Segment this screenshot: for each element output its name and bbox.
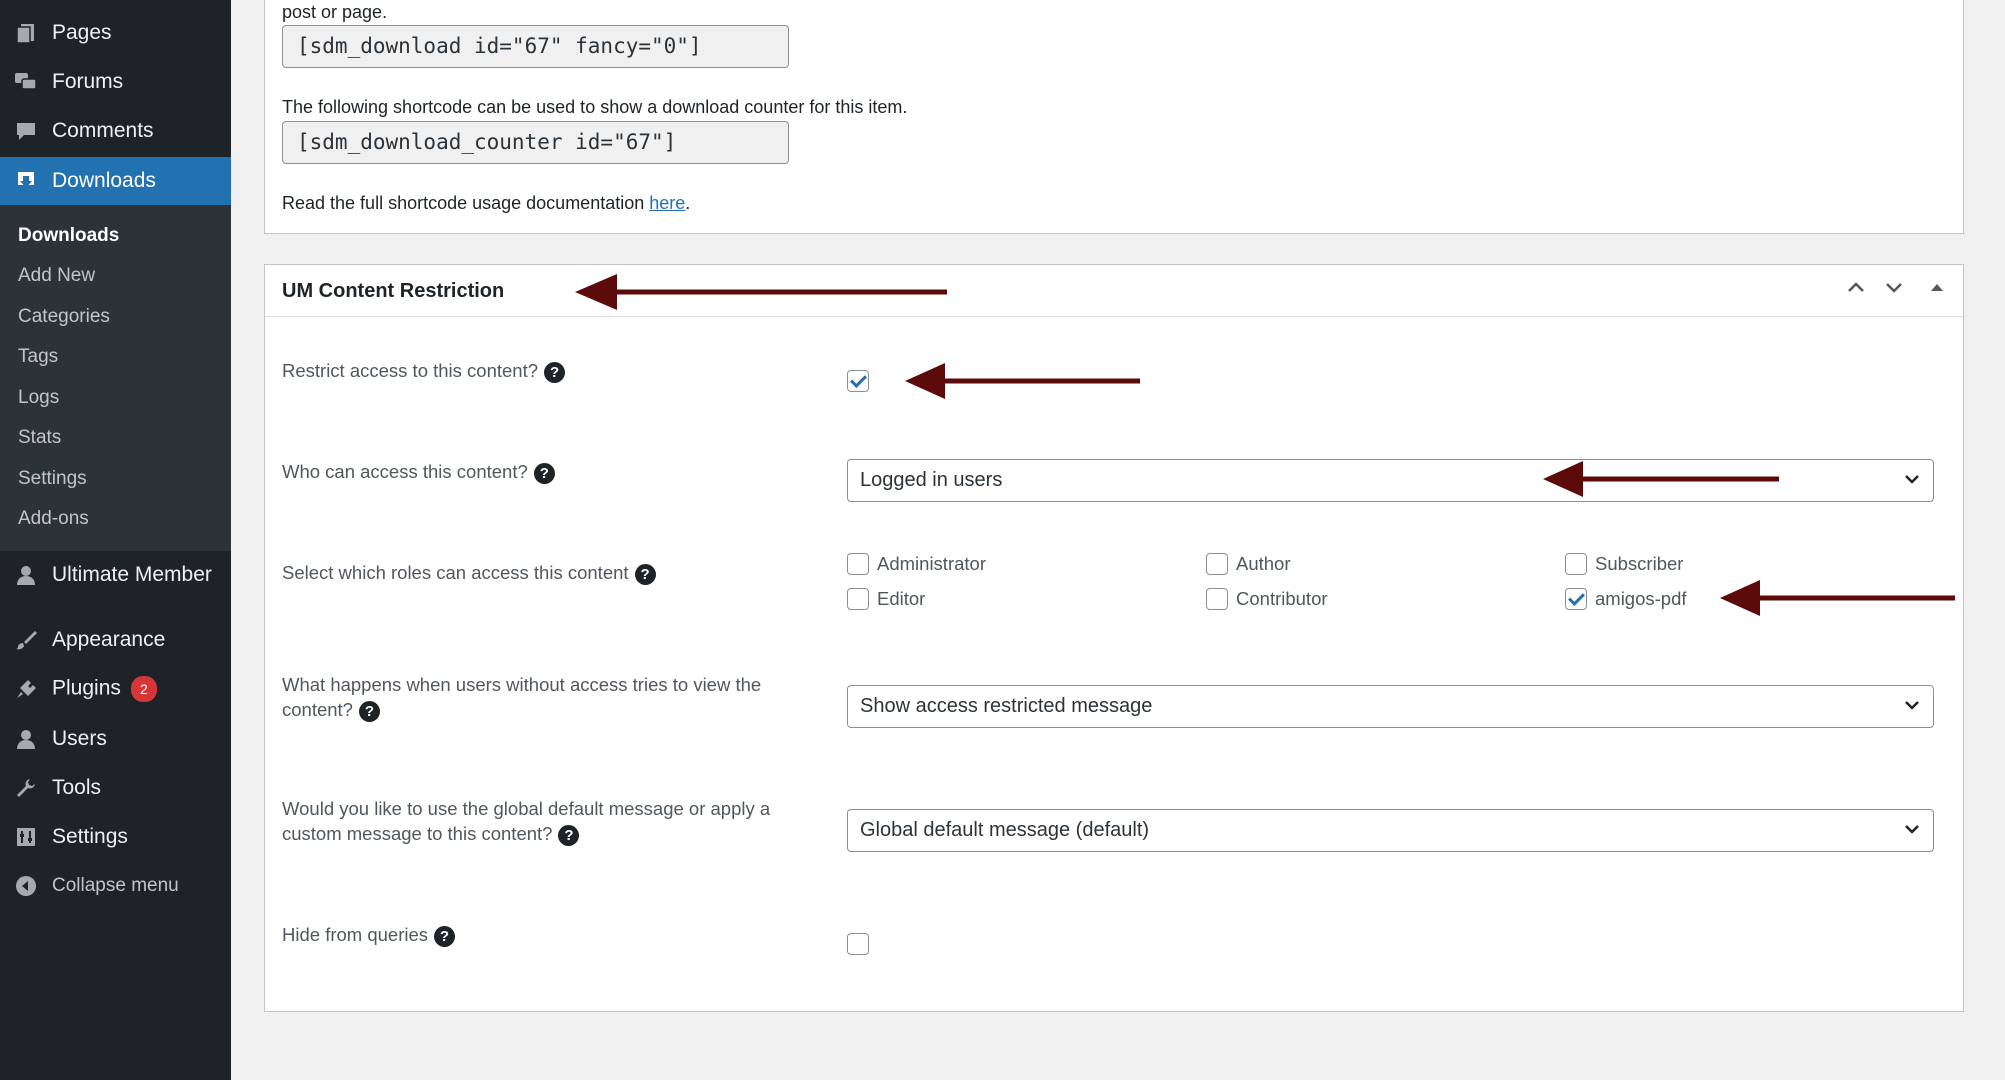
admin-sidebar: Pages Forums Comments Downloads Download…: [0, 0, 231, 1080]
panel-header-divider: [265, 316, 1963, 317]
select-value: Show access restricted message: [860, 695, 1153, 717]
role-checkbox[interactable]: [847, 588, 869, 610]
restrict-access-label: Restrict access to this content??: [282, 358, 822, 383]
submenu-stats[interactable]: Stats: [18, 427, 61, 449]
chevron-down-icon: [1905, 475, 1919, 484]
download-shortcode-field[interactable]: [sdm_download id="67" fancy="0"]: [282, 25, 789, 68]
help-icon[interactable]: ?: [544, 361, 566, 383]
collapse-icon: [14, 874, 38, 898]
help-icon[interactable]: ?: [634, 563, 656, 585]
role-checkbox[interactable]: [1206, 553, 1228, 575]
submenu-logs[interactable]: Logs: [18, 387, 59, 409]
roles-label: Select which roles can access this conte…: [282, 560, 822, 585]
shortcode-intro-text: post or page.: [282, 2, 388, 22]
annotation-arrow: [575, 274, 947, 310]
menu-label: Appearance: [52, 628, 166, 651]
move-down-icon[interactable]: [1883, 276, 1905, 304]
user-icon: [14, 727, 38, 751]
downloads-submenu: [0, 205, 231, 551]
role-contributor[interactable]: Contributor: [1206, 588, 1328, 610]
annotation-arrow: [1543, 461, 1779, 497]
menu-item-plugins[interactable]: Plugins 2: [0, 666, 231, 712]
who-can-access-label: Who can access this content??: [282, 459, 822, 484]
message-type-select[interactable]: Global default message (default): [847, 809, 1934, 852]
plugin-icon: [14, 677, 38, 701]
role-checkbox[interactable]: [847, 553, 869, 575]
hide-from-queries-checkbox[interactable]: [847, 933, 869, 955]
menu-item-ultimate-member[interactable]: Ultimate Member: [0, 552, 231, 598]
menu-label: Pages: [52, 21, 112, 44]
menu-label: Tools: [52, 776, 102, 799]
downloads-icon: [14, 169, 38, 193]
submenu-settings[interactable]: Settings: [18, 468, 87, 490]
role-subscriber[interactable]: Subscriber: [1565, 553, 1683, 575]
role-amigos-pdf[interactable]: amigos-pdf: [1565, 588, 1687, 610]
menu-label: Downloads: [52, 169, 156, 192]
annotation-arrow: [1720, 580, 1955, 616]
menu-item-comments[interactable]: Comments: [0, 108, 231, 154]
menu-label: Comments: [52, 119, 154, 142]
help-icon[interactable]: ?: [358, 700, 380, 722]
role-author[interactable]: Author: [1206, 553, 1291, 575]
annotation-arrow: [905, 363, 1140, 399]
forums-icon: [14, 70, 38, 94]
user-icon: [14, 563, 38, 587]
restrict-access-checkbox[interactable]: [847, 370, 869, 392]
role-editor[interactable]: Editor: [847, 588, 925, 610]
brush-icon: [14, 628, 38, 652]
menu-label: Plugins 2: [52, 676, 157, 702]
menu-item-settings[interactable]: Settings: [0, 814, 231, 860]
select-value: Global default message (default): [860, 819, 1150, 841]
settings-icon: [14, 825, 38, 849]
help-icon[interactable]: ?: [434, 925, 456, 947]
menu-label: Users: [52, 727, 107, 750]
submenu-categories[interactable]: Categories: [18, 306, 110, 328]
menu-label: Ultimate Member: [52, 563, 212, 586]
no-access-action-select[interactable]: Show access restricted message: [847, 685, 1934, 728]
menu-item-downloads[interactable]: Downloads: [0, 157, 231, 205]
role-checkbox[interactable]: [1206, 588, 1228, 610]
message-type-label: Would you like to use the global default…: [282, 798, 771, 846]
doc-link[interactable]: here: [649, 193, 685, 213]
toggle-panel-icon[interactable]: [1929, 276, 1945, 304]
menu-item-tools[interactable]: Tools: [0, 765, 231, 811]
role-administrator[interactable]: Administrator: [847, 553, 986, 575]
menu-label: Forums: [52, 70, 124, 93]
menu-label: Collapse menu: [52, 875, 179, 896]
menu-item-forums[interactable]: Forums: [0, 59, 231, 105]
move-up-icon[interactable]: [1845, 276, 1867, 304]
help-icon[interactable]: ?: [558, 824, 580, 846]
collapse-menu-button[interactable]: Collapse menu: [0, 863, 231, 909]
shortcode-doc-text: Read the full shortcode usage documentat…: [282, 193, 691, 213]
submenu-add-ons[interactable]: Add-ons: [18, 508, 89, 530]
hide-from-queries-label: Hide from queries?: [282, 922, 822, 947]
menu-item-pages[interactable]: Pages: [0, 10, 231, 56]
role-checkbox[interactable]: [1565, 553, 1587, 575]
chevron-down-icon: [1905, 825, 1919, 834]
submenu-downloads[interactable]: Downloads: [18, 225, 119, 247]
no-access-label: What happens when users without access t…: [282, 674, 762, 722]
counter-shortcode-text: The following shortcode can be used to s…: [282, 97, 908, 117]
menu-label: Settings: [52, 825, 128, 848]
submenu-add-new[interactable]: Add New: [18, 265, 95, 287]
submenu-tags[interactable]: Tags: [18, 346, 58, 368]
help-icon[interactable]: ?: [533, 462, 555, 484]
plugins-update-badge: 2: [130, 676, 157, 702]
counter-shortcode-field[interactable]: [sdm_download_counter id="67"]: [282, 121, 789, 164]
panel-title: UM Content Restriction: [282, 280, 505, 302]
wrench-icon: [14, 776, 38, 800]
menu-item-appearance[interactable]: Appearance: [0, 617, 231, 663]
role-checkbox[interactable]: [1565, 588, 1587, 610]
chevron-down-icon: [1905, 701, 1919, 710]
comments-icon: [14, 119, 38, 143]
pages-icon: [14, 21, 38, 45]
menu-item-users[interactable]: Users: [0, 716, 231, 762]
select-value: Logged in users: [860, 469, 1003, 491]
